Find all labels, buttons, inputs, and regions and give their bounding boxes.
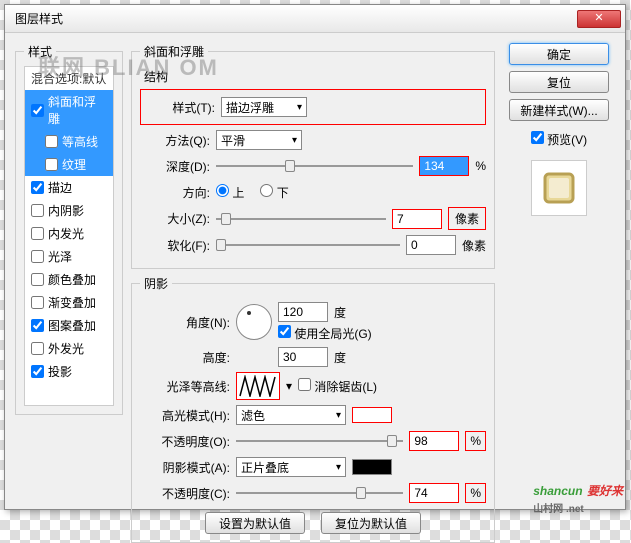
gloss-label: 光泽等高线: bbox=[140, 378, 230, 395]
style-item-label: 投影 bbox=[48, 363, 72, 380]
style-item[interactable]: 等高线 bbox=[25, 130, 113, 153]
style-item[interactable]: 颜色叠加 bbox=[25, 268, 113, 291]
watermark-logo: shancun 要好来山村网 .net bbox=[533, 482, 623, 515]
style-item[interactable]: 内发光 bbox=[25, 222, 113, 245]
shadow-mode-label: 阴影模式(A): bbox=[140, 459, 230, 476]
dir-down[interactable]: 下 bbox=[260, 184, 288, 201]
highlight-opacity-slider[interactable] bbox=[236, 433, 403, 449]
dialog-title: 图层样式 bbox=[15, 10, 577, 27]
style-item-label: 颜色叠加 bbox=[48, 271, 96, 288]
angle-label: 角度(N): bbox=[140, 314, 230, 331]
style-item-label: 等高线 bbox=[62, 133, 98, 150]
size-slider[interactable] bbox=[216, 211, 386, 227]
style-item[interactable]: 外发光 bbox=[25, 337, 113, 360]
layer-style-dialog: 图层样式 ✕ 样式 混合选项:默认 斜面和浮雕 等高线 纹理 描边 内阴影 内发… bbox=[4, 4, 626, 510]
style-item[interactable]: 图案叠加 bbox=[25, 314, 113, 337]
shadow-combo[interactable]: 正片叠底 bbox=[236, 457, 346, 477]
shadow-opacity-slider[interactable] bbox=[236, 485, 403, 501]
bevel-fieldset: 斜面和浮雕 结构 样式(T): 描边浮雕 方法(Q): 平滑 深度(D): % … bbox=[131, 43, 495, 269]
style-item-label: 光泽 bbox=[48, 248, 72, 265]
close-button[interactable]: ✕ bbox=[577, 10, 621, 28]
highlight-mode-label: 高光模式(H): bbox=[140, 407, 230, 424]
soften-label: 软化(F): bbox=[140, 237, 210, 254]
angle-input[interactable] bbox=[278, 302, 328, 322]
size-input[interactable] bbox=[392, 209, 442, 229]
style-label: 样式(T): bbox=[145, 99, 215, 116]
style-checkbox[interactable] bbox=[31, 342, 44, 355]
style-checkbox[interactable] bbox=[45, 158, 58, 171]
direction-label: 方向: bbox=[140, 184, 210, 201]
altitude-input[interactable] bbox=[278, 347, 328, 367]
highlight-combo[interactable]: 滤色 bbox=[236, 405, 346, 425]
make-default-button[interactable]: 设置为默认值 bbox=[205, 512, 305, 534]
style-checkbox[interactable] bbox=[31, 319, 44, 332]
angle-dial[interactable] bbox=[236, 304, 272, 340]
style-item-label: 描边 bbox=[48, 179, 72, 196]
style-checkbox[interactable] bbox=[45, 135, 58, 148]
preview-toggle[interactable]: 预览(V) bbox=[531, 131, 587, 148]
shadow-opacity-label: 不透明度(C): bbox=[140, 485, 230, 502]
style-item-label: 内发光 bbox=[48, 225, 84, 242]
style-item-label: 纹理 bbox=[62, 156, 86, 173]
cancel-button[interactable]: 复位 bbox=[509, 71, 609, 93]
dir-up[interactable]: 上 bbox=[216, 184, 244, 201]
style-item[interactable]: 光泽 bbox=[25, 245, 113, 268]
style-item[interactable]: 内阴影 bbox=[25, 199, 113, 222]
style-item-label: 内阴影 bbox=[48, 202, 84, 219]
new-style-button[interactable]: 新建样式(W)... bbox=[509, 99, 609, 121]
bevel-legend: 斜面和浮雕 bbox=[140, 43, 208, 60]
ok-button[interactable]: 确定 bbox=[509, 43, 609, 65]
highlight-opacity-input[interactable] bbox=[409, 431, 459, 451]
shading-fieldset: 阴影 角度(N): 度 使用全局光(G) 高度: 度 光泽等高线: ▾ 消除锯齿… bbox=[131, 275, 495, 543]
style-item[interactable]: 纹理 bbox=[25, 153, 113, 176]
chevron-down-icon[interactable]: ▾ bbox=[286, 379, 292, 393]
preview-thumbnail bbox=[531, 160, 587, 216]
style-checkbox[interactable] bbox=[31, 204, 44, 217]
antialias[interactable]: 消除锯齿(L) bbox=[298, 378, 377, 395]
technique-combo[interactable]: 平滑 bbox=[216, 130, 302, 150]
style-checkbox[interactable] bbox=[31, 181, 44, 194]
soften-slider[interactable] bbox=[216, 237, 400, 253]
size-label: 大小(Z): bbox=[140, 210, 210, 227]
style-item[interactable]: 斜面和浮雕 bbox=[25, 90, 113, 130]
shadow-opacity-input[interactable] bbox=[409, 483, 459, 503]
technique-label: 方法(Q): bbox=[140, 132, 210, 149]
style-item-label: 渐变叠加 bbox=[48, 294, 96, 311]
shading-legend: 阴影 bbox=[140, 275, 172, 292]
style-checkbox[interactable] bbox=[31, 104, 44, 117]
style-combo[interactable]: 描边浮雕 bbox=[221, 97, 307, 117]
styles-list: 混合选项:默认 斜面和浮雕 等高线 纹理 描边 内阴影 内发光 光泽 颜色叠加 … bbox=[24, 66, 114, 406]
style-item[interactable]: 投影 bbox=[25, 360, 113, 383]
style-item[interactable]: 描边 bbox=[25, 176, 113, 199]
highlight-opacity-label: 不透明度(O): bbox=[140, 433, 230, 450]
style-checkbox[interactable] bbox=[31, 365, 44, 378]
global-light[interactable]: 使用全局光(G) bbox=[278, 325, 372, 342]
style-checkbox[interactable] bbox=[31, 250, 44, 263]
blend-options[interactable]: 混合选项:默认 bbox=[25, 67, 113, 90]
shadow-color[interactable] bbox=[352, 459, 392, 475]
styles-fieldset: 样式 混合选项:默认 斜面和浮雕 等高线 纹理 描边 内阴影 内发光 光泽 颜色… bbox=[15, 43, 123, 415]
depth-slider[interactable] bbox=[216, 158, 413, 174]
style-checkbox[interactable] bbox=[31, 273, 44, 286]
soften-input[interactable] bbox=[406, 235, 456, 255]
style-item-label: 斜面和浮雕 bbox=[48, 93, 107, 127]
struct-label: 结构 bbox=[144, 68, 486, 85]
highlight-color[interactable] bbox=[352, 407, 392, 423]
gloss-contour[interactable] bbox=[236, 372, 280, 400]
depth-label: 深度(D): bbox=[140, 158, 210, 175]
altitude-label: 高度: bbox=[140, 349, 230, 366]
style-item-label: 图案叠加 bbox=[48, 317, 96, 334]
style-checkbox[interactable] bbox=[31, 296, 44, 309]
style-item[interactable]: 渐变叠加 bbox=[25, 291, 113, 314]
styles-legend: 样式 bbox=[24, 43, 56, 60]
style-checkbox[interactable] bbox=[31, 227, 44, 240]
depth-input[interactable] bbox=[419, 156, 469, 176]
titlebar[interactable]: 图层样式 ✕ bbox=[5, 5, 625, 33]
reset-default-button[interactable]: 复位为默认值 bbox=[321, 512, 421, 534]
style-item-label: 外发光 bbox=[48, 340, 84, 357]
